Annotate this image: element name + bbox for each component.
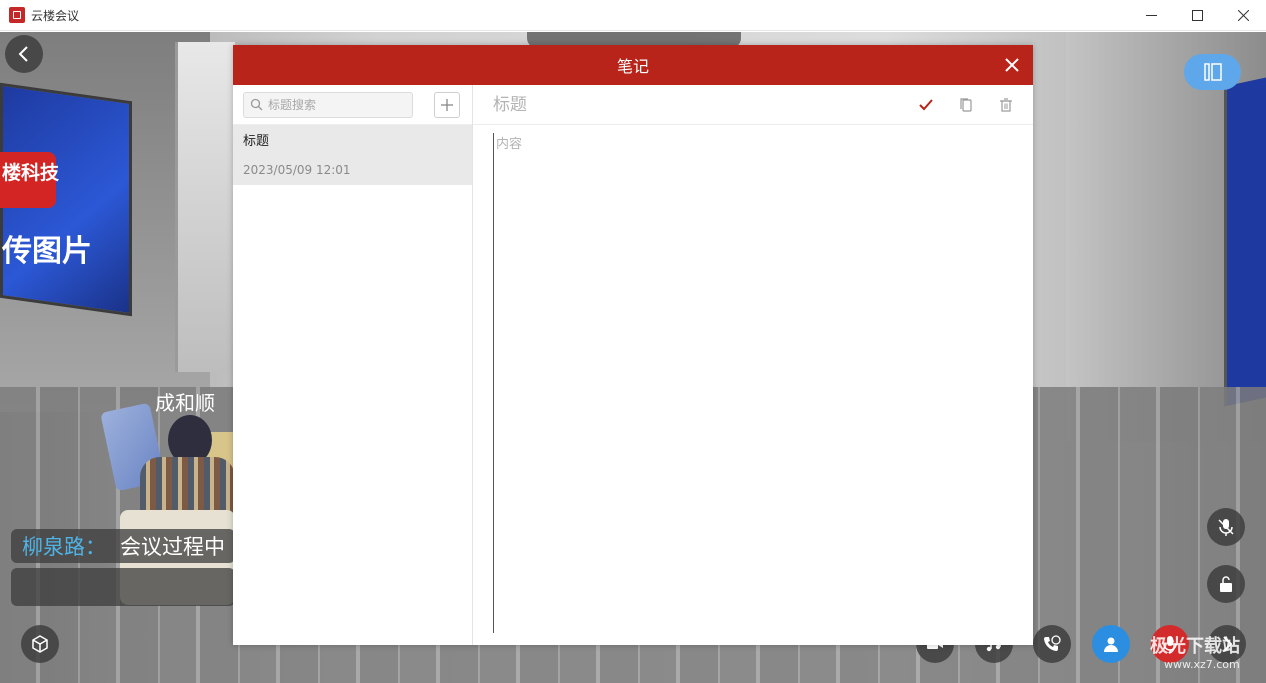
- notes-dialog: 笔记 标题 2023/05/09 12:01: [233, 45, 1033, 645]
- copy-icon: [960, 97, 972, 112]
- trash-icon: [1000, 97, 1012, 112]
- note-content-input[interactable]: [493, 133, 1033, 633]
- note-item-date: 2023/05/09 12:01: [243, 163, 351, 177]
- screen-upload-text: 传图片: [2, 234, 92, 269]
- notes-title: 笔记: [616, 57, 649, 76]
- screen-logo-text: 楼科技: [2, 162, 60, 184]
- app-logo-icon: [9, 7, 25, 23]
- cube-icon: [32, 635, 48, 653]
- notes-editor: [473, 85, 1033, 645]
- chat-sender: 柳泉路：: [22, 535, 106, 559]
- note-list-item[interactable]: 标题 2023/05/09 12:01: [233, 125, 472, 185]
- lock-icon: [1220, 576, 1232, 592]
- search-icon: [250, 98, 263, 111]
- notes-sidebar-toolbar: [233, 85, 472, 125]
- mic-off-icon: [1218, 519, 1234, 536]
- note-item-title: 标题: [243, 134, 270, 149]
- copy-button[interactable]: [957, 96, 975, 114]
- add-note-button[interactable]: [434, 91, 460, 118]
- mute-all-button[interactable]: [1207, 508, 1245, 546]
- search-box[interactable]: [243, 91, 413, 118]
- notes-header: 笔记: [233, 45, 1033, 85]
- watermark-url: www.xz7.com: [1164, 658, 1240, 671]
- maximize-icon: [1191, 10, 1203, 21]
- 3d-view-button[interactable]: [21, 625, 59, 663]
- window-titlebar: 云楼会议: [0, 0, 1266, 31]
- save-button[interactable]: [917, 96, 935, 114]
- delete-button[interactable]: [997, 96, 1015, 114]
- lock-button[interactable]: [1207, 565, 1245, 603]
- chevron-left-icon: [18, 46, 28, 62]
- checkmark-icon: [919, 98, 933, 110]
- search-input[interactable]: [268, 97, 408, 112]
- right-display-board: [1224, 77, 1266, 407]
- chat-input-box[interactable]: [11, 568, 235, 606]
- window-title: 云楼会议: [31, 8, 80, 23]
- wall-window: [175, 42, 235, 372]
- watermark-text: 极光下载站: [1150, 636, 1240, 657]
- layout-switch-button[interactable]: [1184, 54, 1241, 90]
- close-icon: [1237, 10, 1249, 21]
- notes-body: 标题 2023/05/09 12:01: [233, 85, 1033, 645]
- editor-toolbar: [473, 85, 1033, 125]
- plus-icon: [441, 98, 453, 111]
- members-button[interactable]: [1092, 625, 1130, 663]
- close-notes-button[interactable]: [1003, 56, 1021, 74]
- person-icon: [1104, 637, 1118, 652]
- window-controls: [1128, 0, 1266, 31]
- close-window-button[interactable]: [1220, 0, 1266, 31]
- minimize-button[interactable]: [1128, 0, 1174, 31]
- maximize-button[interactable]: [1174, 0, 1220, 31]
- editor-actions: [895, 96, 1015, 114]
- call-button[interactable]: [1033, 625, 1071, 663]
- layout-icon: [1203, 63, 1222, 81]
- minimize-icon: [1145, 15, 1157, 16]
- chat-text: 会议过程中: [120, 535, 225, 559]
- back-button[interactable]: [5, 35, 43, 73]
- chat-message: 柳泉路： 会议过程中: [11, 529, 235, 563]
- phone-chat-icon: [1044, 635, 1061, 651]
- avatar-name-label: 成和顺: [155, 391, 215, 415]
- notes-sidebar: 标题 2023/05/09 12:01: [233, 85, 473, 645]
- note-title-input[interactable]: [493, 94, 873, 115]
